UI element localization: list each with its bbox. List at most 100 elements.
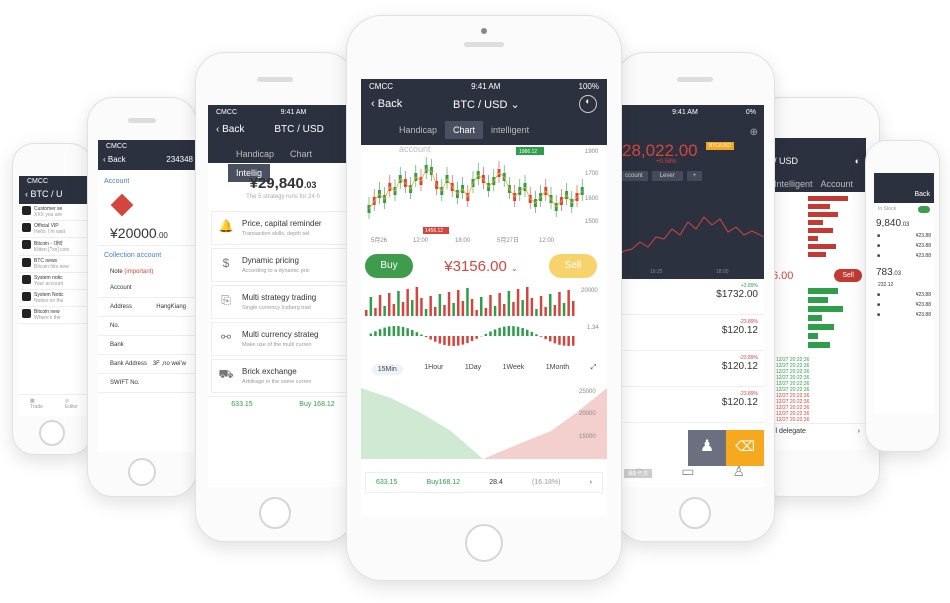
macd-bar: [457, 336, 460, 346]
period-1[interactable]: 1Hour: [424, 364, 443, 375]
market-row[interactable]: +3.89% $1732.00: [616, 279, 764, 315]
volume-bar: [411, 300, 414, 316]
news-item[interactable]: Customer se XXX you are: [19, 204, 89, 221]
period-3[interactable]: 1Week: [503, 364, 525, 375]
news-item[interactable]: Bitcoin new Where's the: [19, 307, 89, 324]
home-button: [39, 420, 65, 446]
market-row[interactable]: -23.89% $120.12: [616, 351, 764, 387]
section-account: Account: [104, 178, 130, 185]
sell-button[interactable]: Sell: [549, 254, 597, 278]
period-0[interactable]: 15Min: [371, 364, 403, 375]
strategy-item[interactable]: $ Dynamic pricing According to a dynamic p…: [211, 248, 354, 282]
gauge-icon[interactable]: ◐: [579, 95, 597, 113]
current-price[interactable]: ¥3156.00 ⌄: [421, 258, 541, 275]
strategy-list: 🔔 Price, capital reminder Transaction skil…: [208, 211, 354, 393]
tab-intelligent[interactable]: intelligent: [483, 121, 537, 139]
axis-label: 1600: [585, 196, 599, 202]
strategy-icon: $: [222, 256, 230, 270]
price-2: 783.03: [876, 267, 902, 278]
delegate-row[interactable]: ll delegate ›: [768, 423, 866, 439]
footer-bar[interactable]: 633.15 Buy168.12 28.4 (16.18%) ›: [365, 472, 603, 493]
pair-selector[interactable]: BTC / USD ⌄: [453, 98, 520, 111]
tab-account[interactable]: Account: [817, 177, 858, 191]
tab-chart[interactable]: Chart: [282, 145, 320, 163]
globe-icon[interactable]: ⊕: [750, 127, 758, 138]
screen-7: Back In Stock 9,840.03 ■ ¥23.88 ■ ¥23.88 ■ ¥2…: [874, 173, 934, 413]
market-row[interactable]: -23.89% $120.12: [616, 315, 764, 351]
macd-bar: [424, 336, 428, 338]
wallet-icon[interactable]: ▭: [681, 463, 694, 480]
price-row: 6.00 Sell: [768, 267, 866, 284]
strategy-icon: ⎘: [221, 293, 231, 307]
tab-handicap[interactable]: Handicap: [391, 121, 445, 139]
news-item[interactable]: System notic Your account: [19, 273, 89, 290]
tab-handicap[interactable]: Handicap: [228, 145, 282, 163]
depth-bar: [808, 324, 834, 330]
tab-intelligent[interactable]: Intelligent: [770, 177, 817, 191]
tab-account[interactable]: ccount: [620, 171, 648, 181]
tab-trade[interactable]: ▦ Trade: [30, 398, 43, 416]
header: ‹ BTC / U: [19, 186, 89, 204]
date-label: 12:00: [539, 238, 555, 244]
user-icon[interactable]: ♙: [732, 463, 745, 480]
note: Note (important): [110, 269, 154, 275]
axis-label: 20000: [579, 411, 596, 417]
phone-1: CMCC ‹ BTC / U Customer se XXX you are Off…: [12, 143, 92, 455]
news-item[interactable]: Bitcoin - 대략 Kitten [?xx] coin: [19, 238, 89, 256]
date-label: 5月27日: [497, 237, 519, 244]
status-bar: CMCC: [98, 140, 196, 152]
strategy-item[interactable]: ⎘ Multi strategy trading Single currency I…: [211, 285, 354, 319]
back-button[interactable]: ‹ Back: [216, 124, 244, 136]
period-2[interactable]: 1Day: [465, 364, 481, 375]
macd-bar: [411, 330, 414, 336]
news-item[interactable]: System Notic Notice on the: [19, 290, 89, 307]
strategy-item[interactable]: ⛟ Brick exchange Arbitrage in the same cur…: [211, 359, 354, 393]
fullscreen-icon[interactable]: ⤢: [591, 364, 597, 375]
person-icon[interactable]: ♟: [688, 430, 726, 466]
macd-bar: [512, 326, 515, 336]
strategy-item[interactable]: 🔔 Price, capital reminder Transaction skil…: [211, 211, 354, 245]
screen-1: CMCC ‹ BTC / U Customer se XXX you are Off…: [19, 176, 89, 416]
news-item[interactable]: BTC news Bitcoin hits new: [19, 256, 89, 273]
period-4[interactable]: 1Month: [546, 364, 569, 375]
stock-toggle[interactable]: In Stock: [874, 203, 934, 216]
news-item[interactable]: Official VIP Hello, I'm wait: [19, 221, 89, 238]
strategy-item[interactable]: ⚯ Multi currency strateg Make use of the m…: [211, 322, 354, 356]
form-field[interactable]: No.: [98, 317, 196, 336]
volume-bar: [572, 301, 575, 316]
macd-bar: [378, 329, 382, 336]
tab-bar: ◌ ▭ ♙: [616, 463, 764, 480]
screen-5: 9:41 AM 0% 28,022.00 BTC/USD +0.58% ⊕ cco…: [616, 105, 764, 487]
depth-bar: [808, 236, 818, 241]
form-field[interactable]: Account: [98, 279, 196, 298]
volume-bar: [420, 298, 423, 316]
market-row[interactable]: -23.89% $120.12: [616, 387, 764, 423]
form-field[interactable]: Bank: [98, 336, 196, 355]
volume-bar: [452, 303, 455, 316]
news-avatar: [22, 258, 31, 267]
macd-bar: [383, 327, 386, 336]
back-button[interactable]: ‹ Back: [103, 155, 126, 167]
sell-button[interactable]: Sell: [834, 269, 862, 282]
form-field[interactable]: Address HangKiang: [98, 298, 196, 317]
volume-bar: [374, 308, 377, 316]
tab-add[interactable]: +: [686, 171, 703, 181]
buy-button[interactable]: Buy: [365, 254, 413, 278]
tab-chart[interactable]: Chart: [445, 121, 484, 139]
form-field[interactable]: Bank Address 3F ,no wei'w: [98, 355, 196, 374]
back-icon[interactable]: ‹: [25, 189, 28, 199]
tab-lever[interactable]: Lever: [651, 171, 683, 181]
chat-icon[interactable]: ◌: [635, 463, 643, 480]
volume-bar: [383, 306, 386, 316]
bank-logo: [98, 189, 196, 221]
news-avatar: [22, 292, 31, 301]
macd-bar: [484, 333, 488, 336]
back-button[interactable]: ‹ Back: [371, 98, 402, 110]
form-field[interactable]: SWIFT No.: [98, 374, 196, 393]
back-button[interactable]: Back: [914, 191, 930, 198]
header: ‹ Back BTC / USD: [208, 119, 354, 141]
tab-editor[interactable]: ◎ Editor: [65, 398, 78, 416]
volume-bar: [480, 297, 483, 316]
delete-icon[interactable]: ⌫: [726, 430, 764, 466]
gauge-icon[interactable]: ◐: [855, 156, 860, 174]
